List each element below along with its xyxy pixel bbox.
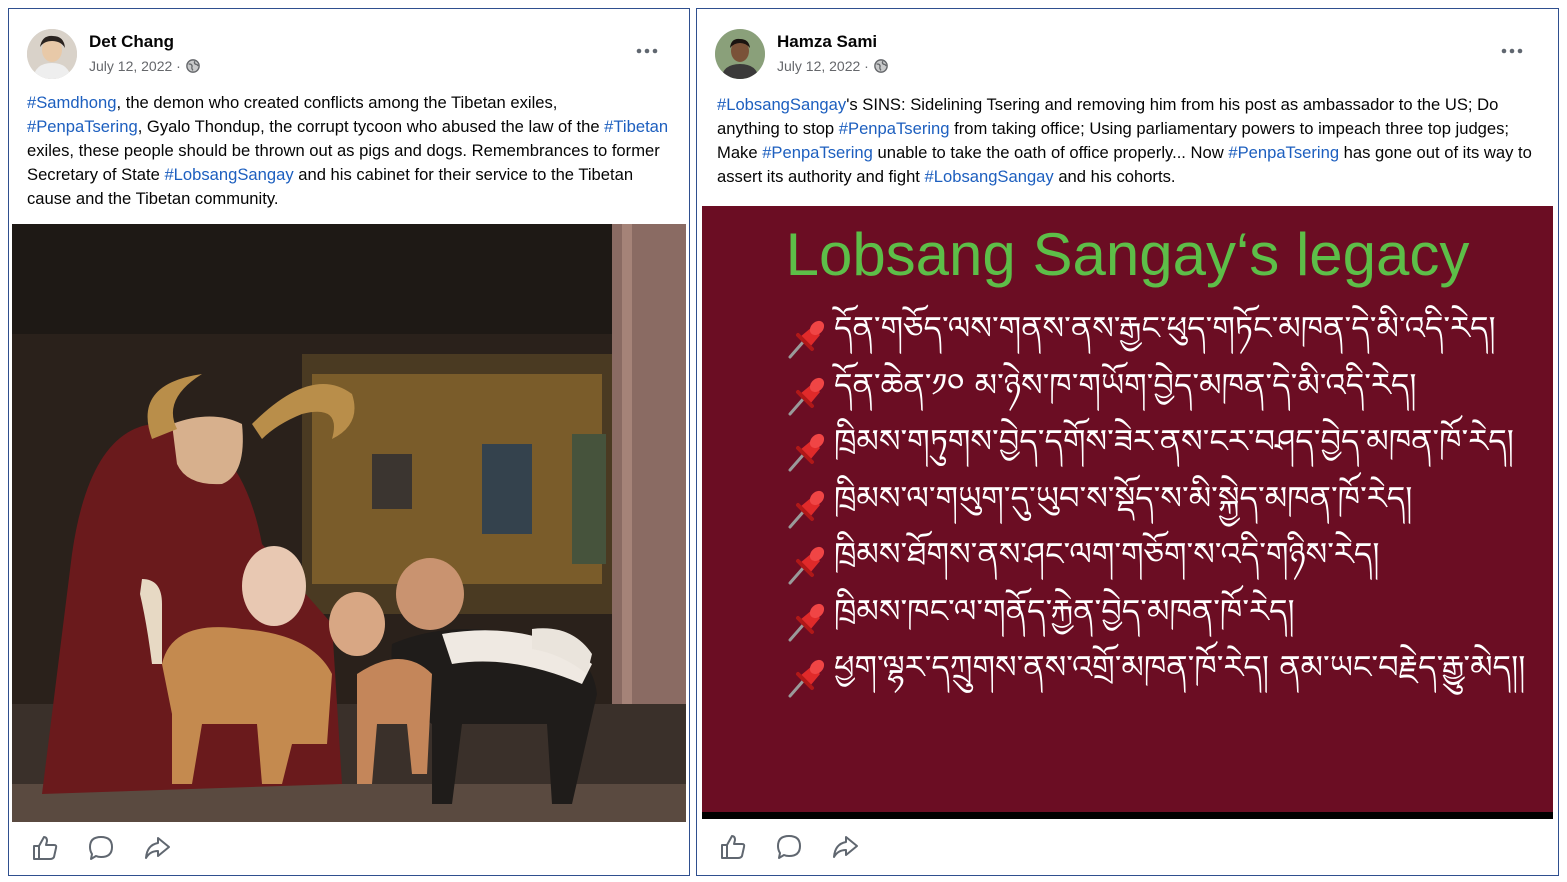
hashtag-link[interactable]: #LobsangSangay — [717, 95, 846, 114]
hashtag-link[interactable]: #LobsangSangay — [925, 167, 1054, 186]
post-text: #LobsangSangay's SINS: Sidelining Tserin… — [717, 93, 1547, 189]
author-name[interactable]: Det Chang — [89, 32, 174, 52]
post-photo[interactable] — [12, 224, 686, 822]
slide-bullet-text: ཕྱག་ལྷར་དཀྲུགས་ནས་འགྲོ་མཁན་ཁོ་རེད། ནམ་ཡང… — [834, 648, 1526, 687]
pushpin-icon — [784, 372, 832, 418]
pushpin-icon — [784, 541, 832, 587]
slide-bullet: ཕྱག་ལྷར་དཀྲུགས་ནས་འགྲོ་མཁན་ཁོ་རེད། ནམ་ཡང… — [784, 648, 1525, 706]
share-icon[interactable] — [829, 831, 861, 863]
comment-icon[interactable] — [85, 832, 117, 864]
hashtag-link[interactable]: #LobsangSangay — [164, 165, 293, 184]
pushpin-icon — [784, 654, 832, 700]
thumbs-up-icon[interactable] — [29, 832, 61, 864]
post-card-hamza-sami: Hamza Sami July 12, 2022 · #LobsangSanga… — [696, 8, 1559, 876]
pushpin-icon — [784, 485, 832, 531]
post-meta: July 12, 2022 · — [89, 58, 200, 74]
post-meta: July 12, 2022 · — [777, 58, 888, 74]
hashtag-link[interactable]: #PenpaTsering — [839, 119, 950, 138]
post-slide-image[interactable]: Lobsang Sangay‘s legacy དོན་གཅོད་ལས་གནས་… — [702, 206, 1553, 819]
share-icon[interactable] — [141, 832, 173, 864]
globe-icon — [186, 59, 200, 73]
comment-icon[interactable] — [773, 831, 805, 863]
thumbs-up-icon[interactable] — [717, 831, 749, 863]
slide-bullets: དོན་གཅོད་ལས་གནས་ནས་རྒྱང་ཕུད་གཏོང་མཁན་དེ་… — [784, 309, 1525, 706]
more-options-icon[interactable] — [1498, 41, 1526, 61]
pushpin-icon — [784, 428, 832, 474]
hashtag-link[interactable]: #Samdhong — [27, 93, 117, 112]
globe-icon — [874, 59, 888, 73]
hashtag-link[interactable]: #PenpaTsering — [27, 117, 138, 136]
avatar[interactable] — [715, 29, 765, 79]
post-text-run: and his cohorts. — [1053, 167, 1176, 186]
post-header: Det Chang July 12, 2022 · — [27, 29, 669, 85]
post-text-run: unable to take the oath of office proper… — [872, 143, 1229, 162]
post-header: Hamza Sami July 12, 2022 · — [715, 29, 1538, 85]
post-text-run: , the demon who created conflicts among … — [116, 93, 558, 112]
slide-bottom-bar — [702, 812, 1553, 819]
post-text-run: , Gyalo Thondup, the corrupt tycoon who … — [137, 117, 605, 136]
hashtag-link[interactable]: #PenpaTsering — [762, 143, 873, 162]
post-date[interactable]: July 12, 2022 · — [89, 58, 181, 74]
post-actions — [29, 832, 173, 864]
more-options-icon[interactable] — [633, 41, 661, 61]
hashtag-link[interactable]: #PenpaTsering — [1228, 143, 1339, 162]
pushpin-icon — [784, 315, 832, 361]
post-date[interactable]: July 12, 2022 · — [777, 58, 869, 74]
post-text: #Samdhong, the demon who created conflic… — [27, 91, 677, 211]
pushpin-icon — [784, 598, 832, 644]
post-card-det-chang: Det Chang July 12, 2022 · #Samdhong, the… — [8, 8, 690, 876]
avatar[interactable] — [27, 29, 77, 79]
hashtag-link[interactable]: #Tibetan — [604, 117, 668, 136]
author-name[interactable]: Hamza Sami — [777, 32, 877, 52]
slide-title: Lobsang Sangay‘s legacy — [785, 221, 1470, 288]
post-actions — [717, 831, 861, 863]
